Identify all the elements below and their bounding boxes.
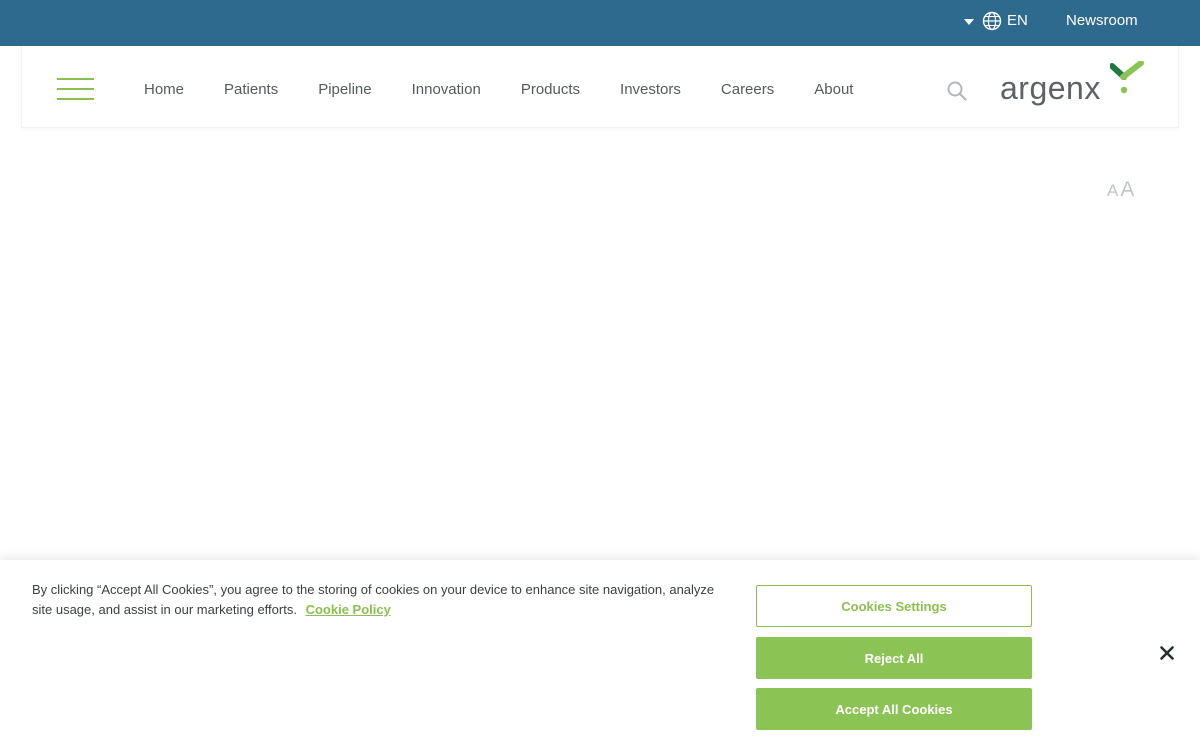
font-size-control: A A bbox=[1107, 178, 1134, 202]
nav-item-products[interactable]: Products bbox=[521, 80, 580, 100]
hamburger-icon[interactable] bbox=[57, 78, 94, 102]
logo-checkmark-icon bbox=[1110, 61, 1144, 94]
accept-all-cookies-button[interactable]: Accept All Cookies bbox=[756, 688, 1032, 730]
language-code: EN bbox=[1007, 12, 1028, 29]
close-icon[interactable] bbox=[1158, 644, 1176, 662]
hamburger-line bbox=[57, 78, 94, 80]
logo-text: argenx bbox=[1000, 70, 1101, 106]
hamburger-line bbox=[57, 98, 94, 100]
argenx-logo[interactable]: argenx bbox=[1000, 60, 1146, 110]
cookie-policy-link[interactable]: Cookie Policy bbox=[306, 602, 391, 617]
caret-down-icon bbox=[964, 18, 974, 25]
cookie-message: By clicking “Accept All Cookies”, you ag… bbox=[32, 580, 732, 620]
language-selector[interactable]: EN bbox=[964, 10, 1028, 32]
cookie-consent-banner: By clicking “Accept All Cookies”, you ag… bbox=[0, 560, 1200, 750]
globe-icon bbox=[982, 11, 1002, 31]
hamburger-line bbox=[57, 88, 94, 90]
reject-all-button[interactable]: Reject All bbox=[756, 637, 1032, 679]
nav-item-patients[interactable]: Patients bbox=[224, 80, 278, 100]
top-utility-bar: EN Newsroom bbox=[0, 0, 1200, 46]
nav-item-pipeline[interactable]: Pipeline bbox=[318, 80, 371, 100]
nav-item-investors[interactable]: Investors bbox=[620, 80, 681, 100]
main-nav: Home Patients Pipeline Innovation Produc… bbox=[144, 80, 893, 100]
nav-item-innovation[interactable]: Innovation bbox=[412, 80, 481, 100]
font-size-increase[interactable]: A bbox=[1120, 178, 1134, 202]
nav-item-careers[interactable]: Careers bbox=[721, 80, 774, 100]
font-size-decrease[interactable]: A bbox=[1107, 181, 1118, 201]
main-header: Home Patients Pipeline Innovation Produc… bbox=[21, 46, 1179, 128]
newsroom-link[interactable]: Newsroom bbox=[1066, 11, 1138, 31]
cookies-settings-button[interactable]: Cookies Settings bbox=[756, 585, 1032, 627]
search-icon[interactable] bbox=[946, 80, 968, 102]
nav-item-about[interactable]: About bbox=[814, 80, 853, 100]
nav-item-home[interactable]: Home bbox=[144, 80, 184, 100]
